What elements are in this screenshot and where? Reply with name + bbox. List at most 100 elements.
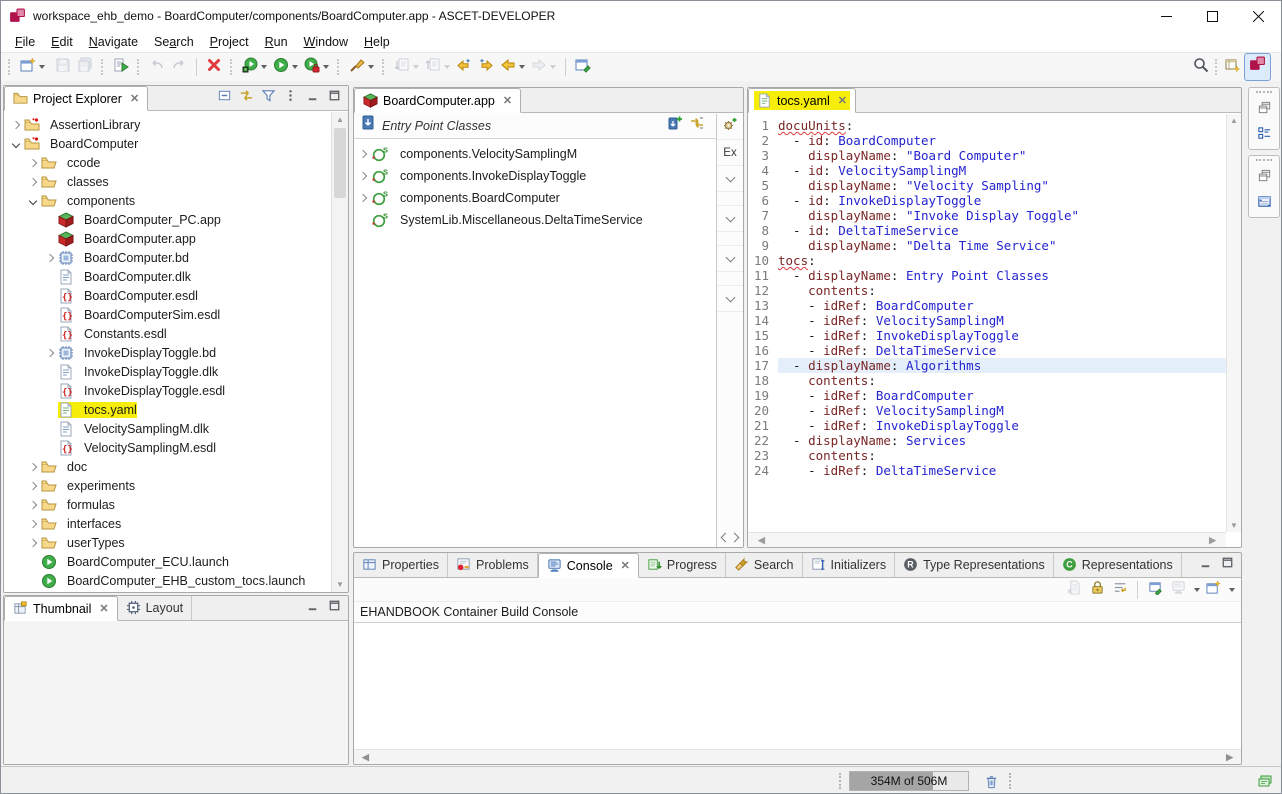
expand-arrow-icon[interactable] [42,255,58,261]
view-menu-button[interactable] [280,88,300,108]
tab-project-explorer[interactable]: Project Explorer ✕ [4,86,148,111]
tree-item-boardcomputer-pc-app[interactable]: BoardComputer_PC.app [4,210,331,229]
dropdown-caret-icon[interactable] [368,65,374,69]
tab-properties[interactable]: Properties [354,552,448,577]
last-edit-forward-button[interactable] [475,56,497,78]
menu-help[interactable]: Help [356,33,398,51]
tab-problems[interactable]: Problems [448,552,538,577]
tree-item-classes[interactable]: classes [4,172,331,191]
menu-run[interactable]: Run [257,33,296,51]
word-wrap-button[interactable] [1110,580,1130,600]
tree-scrollbar[interactable]: ▲ ▼ [331,112,348,592]
debug-button[interactable] [239,56,270,78]
editor-vscrollbar[interactable]: ▲ ▼ [1226,114,1241,532]
run-secure-button[interactable] [301,56,332,78]
entry-point-components-boardcomputer[interactable]: Scomponents.BoardComputer [354,187,716,209]
expand-arrow-icon[interactable] [25,179,41,185]
link-with-editor-button[interactable] [236,88,256,108]
expand-arrow-icon[interactable] [25,502,41,508]
minimize-view-button[interactable] [1195,555,1215,575]
restore-view-button[interactable] [1253,168,1275,188]
restore-view-button[interactable] [1253,100,1275,120]
tree-item-formulas[interactable]: formulas [4,495,331,514]
back-button[interactable] [497,56,528,78]
tab-console[interactable]: Console✕ [538,553,639,578]
open-perspective-button[interactable] [1222,56,1244,78]
open-console-button[interactable] [1203,580,1223,600]
tree-item-boardcomputer-dlk[interactable]: BoardComputer.dlk [4,267,331,286]
scroll-lock-button[interactable] [1087,580,1107,600]
tab-representations[interactable]: CRepresentations [1054,552,1182,577]
scroll-right-icon[interactable]: ▶ [1209,535,1216,546]
tree-item-invokedisplaytoggle-esdl[interactable]: {}InvokeDisplayToggle.esdl [4,381,331,400]
yaml-code-area[interactable]: 1docuUnits:2 - id: BoardComputer3 displa… [748,114,1226,532]
close-editor-icon[interactable]: ✕ [503,94,512,107]
scroll-up-icon[interactable]: ▲ [332,112,348,127]
terminate-button[interactable] [203,56,225,78]
dropdown-caret-icon[interactable] [261,65,267,69]
menu-project[interactable]: Project [202,33,257,51]
tree-item-boardcomputer-ehb-no-split-app-launch[interactable]: BoardComputer_EHB_no_split_app.launch [4,590,331,592]
minimize-button[interactable] [1143,1,1189,31]
expand-arrow-icon[interactable] [25,160,41,166]
tree-item-boardcomputersim-esdl[interactable]: {}BoardComputerSim.esdl [4,305,331,324]
menu-file[interactable]: File [7,33,43,51]
tree-item-invokedisplaytoggle-bd[interactable]: InvokeDisplayToggle.bd [4,343,331,362]
collapse-arrow-icon[interactable] [8,141,24,147]
scroll-thumb[interactable] [334,128,346,198]
tab-progress[interactable]: Progress [639,552,726,577]
maximize-view-button[interactable] [1217,555,1237,575]
tree-item-boardcomputer-app[interactable]: BoardComputer.app [4,229,331,248]
close-view-icon[interactable]: ✕ [130,92,139,105]
tree-item-velocitysamplingm-esdl[interactable]: {}VelocitySamplingM.esdl [4,438,331,457]
dropdown-caret-icon[interactable] [323,65,329,69]
dropdown-caret-icon[interactable] [1229,588,1235,592]
add-entry-point-icon[interactable] [667,115,683,136]
expand-arrow-icon[interactable] [8,122,24,128]
tree-item-doc[interactable]: doc [4,457,331,476]
ascet-perspective-button[interactable] [1244,53,1271,81]
tree-item-constants-esdl[interactable]: {}Constants.esdl [4,324,331,343]
palette-section-collapsed[interactable] [717,206,743,232]
tree-item-assertionlibrary[interactable]: AssertionLibrary [4,115,331,134]
tree-item-ccode[interactable]: ccode [4,153,331,172]
experiment-button[interactable] [346,56,377,78]
toggle-order-icon[interactable] [689,115,705,136]
dropdown-caret-icon[interactable] [413,65,419,69]
tab-boardcomputer-app[interactable]: BoardComputer.app ✕ [354,88,521,113]
palette-tools-cell[interactable] [717,114,743,140]
console-output[interactable] [354,623,1241,749]
tab-layout[interactable]: Layout [118,595,193,620]
scroll-down-icon[interactable]: ▼ [1227,521,1241,530]
close-button[interactable] [1235,1,1281,31]
outline-view-button[interactable] [1253,126,1275,146]
expand-arrow-icon[interactable] [25,521,41,527]
last-edit-back-button[interactable] [453,56,475,78]
palette-section-ex[interactable]: Ex [717,140,743,166]
tree-item-boardcomputer-ehb-custom-tocs-launch[interactable]: BoardComputer_EHB_custom_tocs.launch [4,571,331,590]
pin-console-button[interactable] [1145,580,1165,600]
tree-item-usertypes[interactable]: userTypes [4,533,331,552]
tree-item-boardcomputer-bd[interactable]: BoardComputer.bd [4,248,331,267]
dropdown-caret-icon[interactable] [292,65,298,69]
tree-item-velocitysamplingm-dlk[interactable]: VelocitySamplingM.dlk [4,419,331,438]
tab-search[interactable]: Search [726,552,803,577]
minimize-view-button[interactable] [302,598,322,618]
palette-section-collapsed[interactable] [717,286,743,312]
entry-point-components-velocitysamplingm[interactable]: Scomponents.VelocitySamplingM [354,143,716,165]
open-console-stack-icon[interactable] [1257,773,1273,794]
filter-button[interactable] [258,88,278,108]
new-wizard-button[interactable] [17,56,48,78]
expand-arrow-icon[interactable] [354,173,372,179]
expand-arrow-icon[interactable] [25,464,41,470]
tree-item-boardcomputer-ecu-launch[interactable]: BoardComputer_ECU.launch [4,552,331,571]
expand-arrow-icon[interactable] [25,540,41,546]
scroll-left-icon[interactable]: ◀ [758,535,765,546]
maximize-button[interactable] [1189,1,1235,31]
entry-point-components-invokedisplaytoggle[interactable]: Scomponents.InvokeDisplayToggle [354,165,716,187]
maximize-view-button[interactable] [324,88,344,108]
collapse-all-button[interactable] [214,88,234,108]
menu-window[interactable]: Window [296,33,356,51]
collapse-arrow-icon[interactable] [25,198,41,204]
expand-arrow-icon[interactable] [25,483,41,489]
